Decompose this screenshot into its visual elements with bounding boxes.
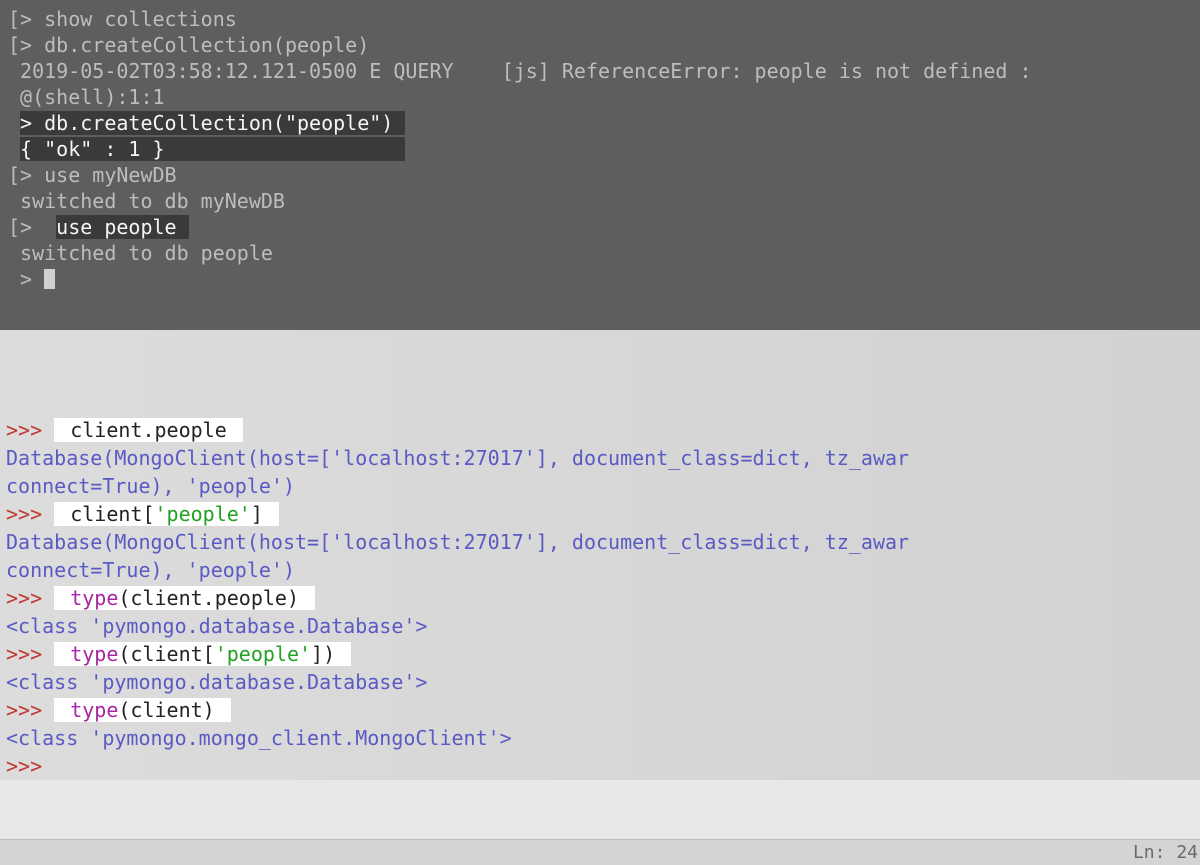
- terminal-text: show collections: [44, 7, 237, 31]
- terminal-prefix: [8, 137, 20, 161]
- python-code: type(client['people']): [54, 642, 351, 666]
- python-row: >>> type(client): [6, 696, 1200, 724]
- terminal-prefix: [>: [8, 215, 44, 239]
- terminal-text: use people: [56, 215, 188, 239]
- python-partial-row: >>>: [6, 370, 1200, 390]
- cursor-icon: [44, 269, 55, 289]
- terminal-text: @(shell):1:1: [20, 85, 165, 109]
- python-row: >>> client['people']: [6, 500, 1200, 528]
- terminal-prefix: [>: [8, 33, 44, 57]
- terminal-text: db.createCollection(people): [44, 33, 369, 57]
- python-code: client['people']: [54, 502, 279, 526]
- python-row: connect=True), 'people'): [6, 472, 1200, 500]
- mongo-shell-terminal[interactable]: [> show collections[> db.createCollectio…: [0, 0, 1200, 330]
- terminal-line: [> use people: [8, 214, 1192, 240]
- python-row: Database(MongoClient(host=['localhost:27…: [6, 444, 1200, 472]
- python-output: Database(MongoClient(host=['localhost:27…: [6, 446, 909, 470]
- terminal-prefix: [>: [8, 7, 44, 31]
- terminal-prefix: [8, 111, 20, 135]
- python-row: >>>: [6, 752, 1200, 780]
- python-row: >>> type(client.people): [6, 584, 1200, 612]
- python-row: >>> client.people: [6, 416, 1200, 444]
- terminal-line: 2019-05-02T03:58:12.121-0500 E QUERY [js…: [8, 58, 1192, 84]
- terminal-text: 2019-05-02T03:58:12.121-0500 E QUERY [js…: [20, 59, 1031, 83]
- python-prompt: >>>: [6, 754, 42, 778]
- terminal-line: [> use myNewDB: [8, 162, 1192, 188]
- status-bar: Ln: 24: [0, 839, 1200, 865]
- terminal-text: > db.createCollection("people"): [20, 111, 405, 135]
- python-output: <class 'pymongo.database.Database'>: [6, 614, 427, 638]
- python-row: <class 'pymongo.database.Database'>: [6, 612, 1200, 640]
- python-repl[interactable]: >>> >>> client.people Database(MongoClie…: [0, 330, 1200, 780]
- terminal-line: [> db.createCollection(people): [8, 32, 1192, 58]
- python-prompt: >>>: [6, 698, 54, 722]
- python-row: Database(MongoClient(host=['localhost:27…: [6, 528, 1200, 556]
- terminal-prefix: [8, 189, 20, 213]
- terminal-line: > db.createCollection("people"): [8, 110, 1192, 136]
- python-output: Database(MongoClient(host=['localhost:27…: [6, 530, 909, 554]
- python-output: <class 'pymongo.mongo_client.MongoClient…: [6, 726, 512, 750]
- python-row: <class 'pymongo.mongo_client.MongoClient…: [6, 724, 1200, 752]
- terminal-prefix: [8, 85, 20, 109]
- terminal-prefix: [8, 241, 20, 265]
- python-prompt: >>>: [6, 586, 54, 610]
- terminal-line: switched to db people: [8, 240, 1192, 266]
- terminal-line: [> show collections: [8, 6, 1192, 32]
- terminal-prefix: [8, 59, 20, 83]
- terminal-text: use myNewDB: [44, 163, 176, 187]
- python-output: connect=True), 'people'): [6, 474, 295, 498]
- terminal-text: { "ok" : 1 }: [20, 137, 405, 161]
- terminal-line: @(shell):1:1: [8, 84, 1192, 110]
- terminal-prefix: [>: [8, 163, 44, 187]
- line-indicator: Ln: 24: [1133, 842, 1198, 863]
- python-prompt: >>>: [6, 418, 54, 442]
- python-prompt: >>>: [6, 642, 54, 666]
- terminal-line: { "ok" : 1 }: [8, 136, 1192, 162]
- terminal-prefix: >: [8, 267, 44, 291]
- terminal-text: switched to db people: [20, 241, 273, 265]
- python-output: connect=True), 'people'): [6, 558, 295, 582]
- python-prompt: >>>: [6, 502, 54, 526]
- terminal-text: switched to db myNewDB: [20, 189, 285, 213]
- python-output: <class 'pymongo.database.Database'>: [6, 670, 427, 694]
- python-row: <class 'pymongo.database.Database'>: [6, 668, 1200, 696]
- python-code: client.people: [54, 418, 243, 442]
- python-row: connect=True), 'people'): [6, 556, 1200, 584]
- python-row: >>> type(client['people']): [6, 640, 1200, 668]
- terminal-line: >: [8, 266, 1192, 292]
- python-code: type(client.people): [54, 586, 315, 610]
- terminal-line: switched to db myNewDB: [8, 188, 1192, 214]
- python-code: type(client): [54, 698, 231, 722]
